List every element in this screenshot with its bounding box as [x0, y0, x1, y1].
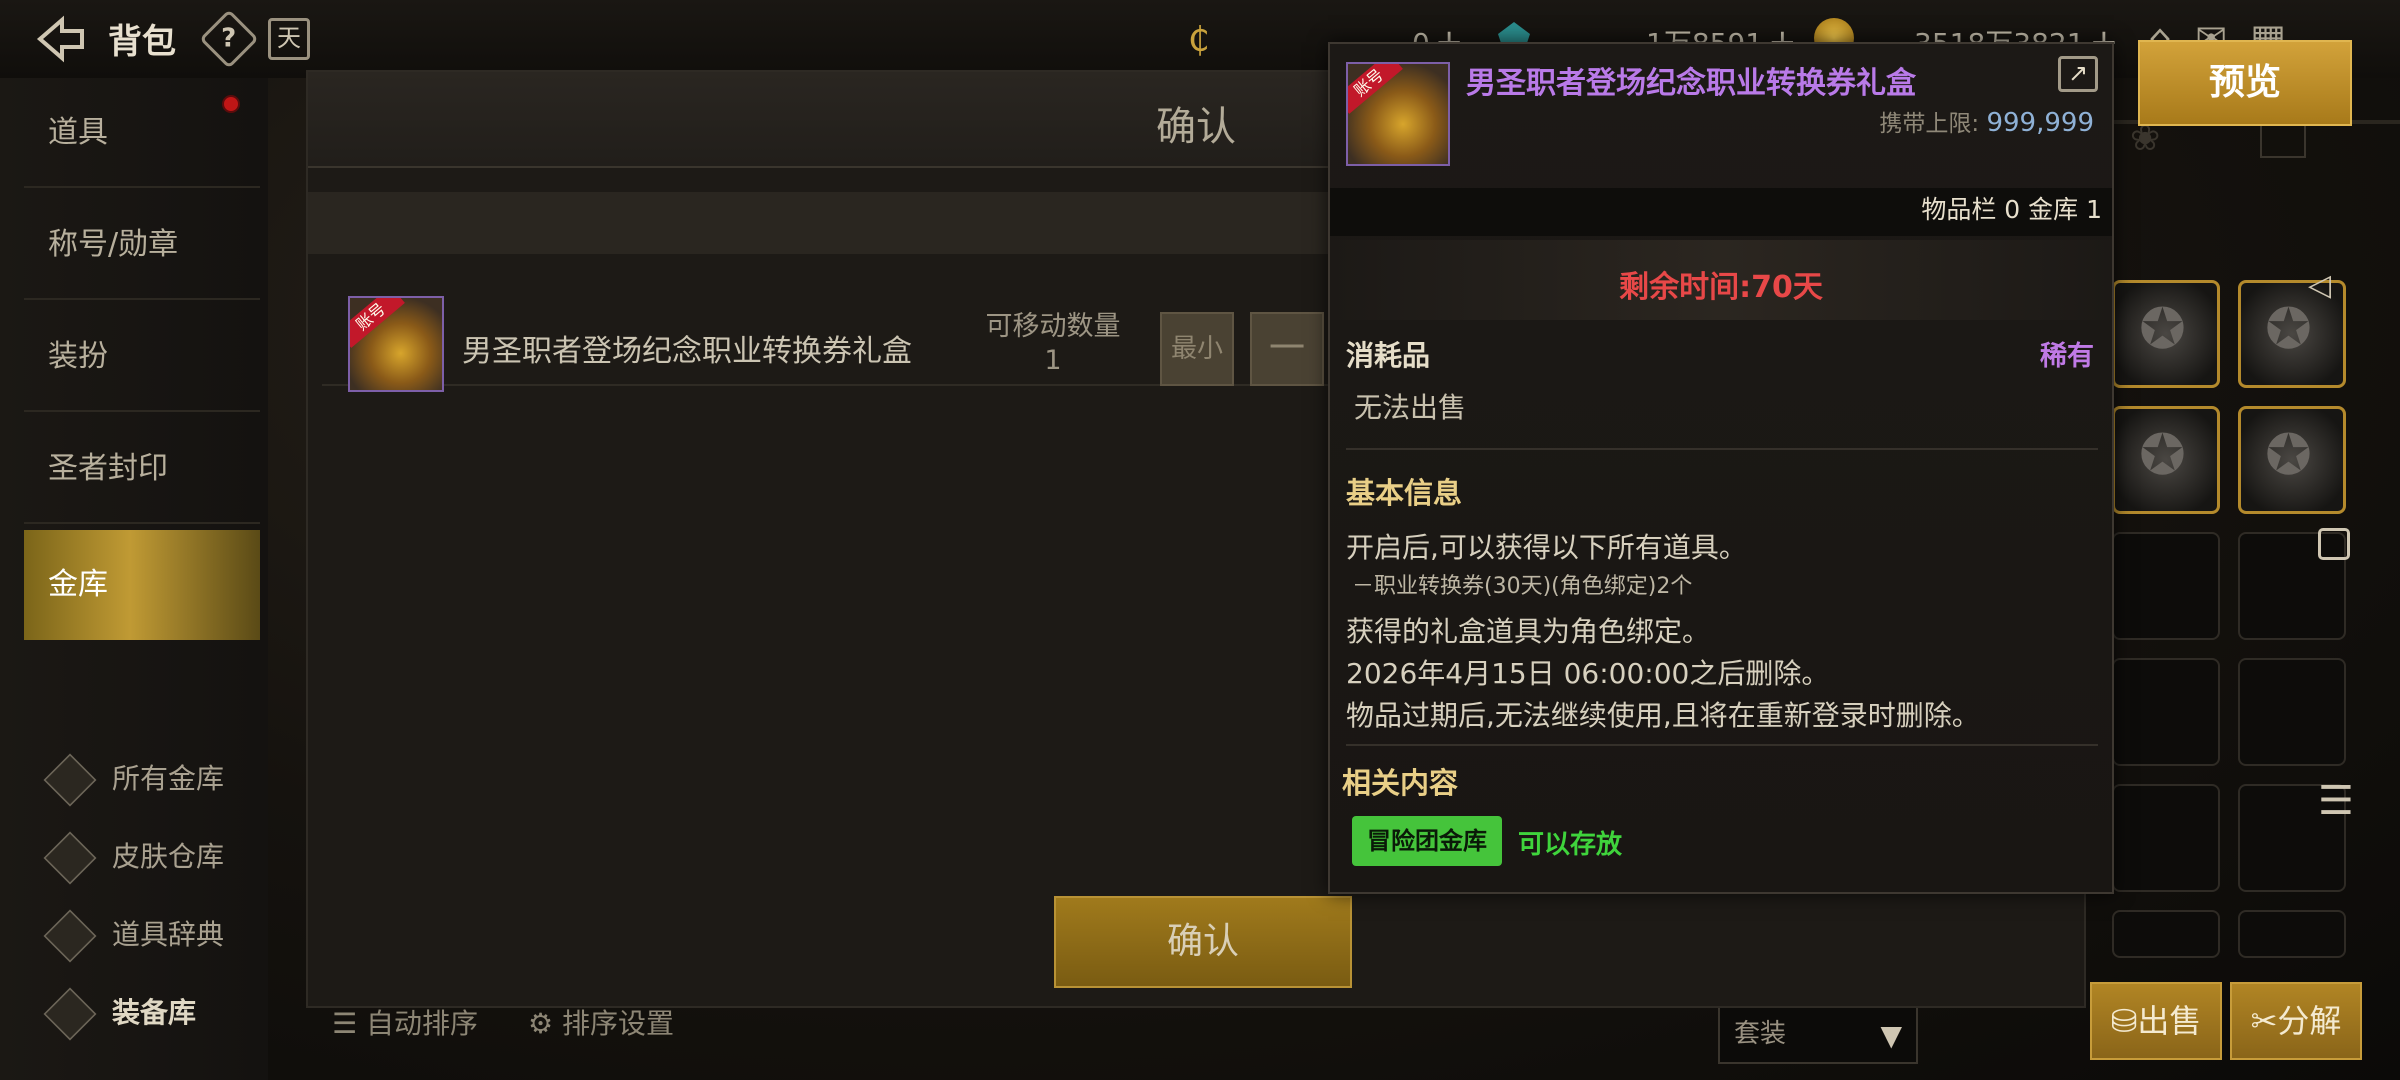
basic-info-line: －职业转换券(30天)(角色绑定)2个 — [1352, 574, 1693, 599]
sidebar-sub-label: 装备库 — [112, 996, 197, 1029]
currency-1: ₵ — [1188, 20, 1210, 60]
disassemble-icon: ✂ — [2250, 1002, 2278, 1040]
gift-box-icon: 账号 — [1346, 62, 1450, 166]
share-icon[interactable]: ↗ — [2058, 56, 2098, 92]
notification-dot — [222, 95, 240, 113]
gear-icon: ⚙ — [528, 1007, 554, 1040]
basic-info-line: 物品过期后,无法继续使用,且将在重新登录时删除。 — [1346, 699, 1980, 732]
adventure-vault-tag: 冒险团金库 — [1352, 816, 1502, 866]
dropdown-arrow-icon: ▼ — [1880, 1019, 1902, 1052]
account-tag: 账号 — [1348, 64, 1403, 114]
sidebar-sub-skin-storage[interactable]: 皮肤仓库 — [43, 820, 266, 894]
sell-label: 出售 — [2137, 1002, 2202, 1040]
movable-label: 可移动数量 — [985, 311, 1121, 342]
inventory-slot[interactable] — [2238, 658, 2346, 766]
chest-icon — [43, 753, 97, 807]
sort-icon: ☰ — [332, 1007, 358, 1040]
storable-note: 可以存放 — [1518, 830, 1623, 860]
inventory-slot[interactable] — [2112, 532, 2220, 640]
sidebar-item-titles[interactable]: 称号/勋章 — [24, 190, 260, 300]
sidebar-sub-label: 道具辞典 — [112, 918, 225, 951]
item-tooltip: 账号 男圣职者登场纪念职业转换券礼盒 ↗ 携带上限: 999,999 物品栏 0… — [1328, 42, 2114, 894]
page-title: 背包 — [108, 22, 176, 62]
inventory-slot[interactable] — [2112, 280, 2220, 388]
storage-counts: 物品栏 0 金库 1 — [1921, 195, 2102, 224]
min-button[interactable]: 最小 — [1160, 312, 1234, 386]
item-category: 消耗品 — [1346, 339, 1431, 372]
dialog-item-name: 男圣职者登场纪念职业转换券礼盒 — [462, 334, 912, 369]
sidebar-sub-all-vaults[interactable]: 所有金库 — [43, 742, 266, 816]
armor-icon — [43, 987, 97, 1041]
auto-sort-label: 自动排序 — [366, 1007, 479, 1040]
sidebar-item-avatar[interactable]: 装扮 — [24, 302, 260, 412]
calendar-icon[interactable]: 天 — [268, 18, 310, 60]
disassemble-label: 分解 — [2277, 1002, 2342, 1040]
divider — [1346, 448, 2098, 450]
back-arrow-icon — [36, 15, 84, 63]
sidebar-item-items[interactable]: 道具 — [24, 78, 260, 188]
carry-limit: 携带上限: 999,999 — [1879, 104, 2094, 138]
sort-settings-label: 排序设置 — [562, 1007, 675, 1040]
basic-info-line: 2026年4月15日 06:00:00之后删除。 — [1346, 657, 1830, 690]
inventory-slot[interactable] — [2112, 784, 2220, 892]
sidebar-item-vault[interactable]: 金库 — [24, 530, 260, 640]
movable-value: 1 — [1044, 345, 1062, 376]
tooltip-item-name: 男圣职者登场纪念职业转换券礼盒 — [1466, 66, 1916, 101]
sidebar-sub-dictionary[interactable]: 道具辞典 — [43, 898, 266, 972]
auto-sort-button[interactable]: ☰ 自动排序 — [332, 1002, 478, 1042]
remaining-time-bar: 剩余时间:70天 — [1330, 240, 2112, 320]
preview-button[interactable]: 预览 — [2138, 40, 2352, 126]
movable-quantity: 可移动数量 1 — [968, 310, 1138, 378]
divider — [1346, 744, 2098, 746]
basic-info-line: 获得的礼盒道具为角色绑定。 — [1346, 615, 1711, 648]
confirm-button[interactable]: 确认 — [1054, 896, 1352, 988]
inventory-slot[interactable] — [2112, 406, 2220, 514]
inventory-slot[interactable] — [2112, 910, 2220, 958]
remaining-time: 剩余时间:70天 — [1619, 270, 1823, 305]
back-button[interactable] — [36, 14, 86, 64]
sidebar-item-seal[interactable]: 圣者封印 — [24, 414, 260, 524]
sort-settings-button[interactable]: ⚙ 排序设置 — [528, 1002, 674, 1042]
unsellable-note: 无法出售 — [1354, 391, 1467, 424]
collapse-arrow-icon[interactable]: ◁ — [2308, 268, 2331, 303]
carry-limit-label: 携带上限: — [1879, 111, 1980, 137]
coin-c-icon: ₵ — [1188, 20, 1210, 60]
inventory-slot[interactable] — [2238, 406, 2346, 514]
disassemble-button[interactable]: ✂分解 — [2230, 982, 2362, 1060]
set-filter-value: 套装 — [1734, 1019, 1787, 1049]
basic-info-title: 基本信息 — [1346, 476, 1463, 510]
gift-box-icon: 账号 — [348, 296, 444, 392]
item-rarity: 稀有 — [2040, 341, 2094, 372]
carry-limit-value: 999,999 — [1986, 108, 2094, 138]
sidebar-sub-equipment[interactable]: 装备库 — [43, 976, 266, 1050]
basic-info-line: 开启后,可以获得以下所有道具。 — [1346, 531, 1747, 564]
sidebar: 道具 称号/勋章 装扮 圣者封印 金库 所有金库 皮肤仓库 道具辞典 装备库 — [0, 78, 268, 1080]
set-filter-select[interactable]: 套装 ▼ — [1718, 1004, 1918, 1064]
coins-icon: ⛁ — [2110, 1002, 2138, 1040]
account-tag: 账号 — [350, 298, 405, 348]
brush-icon — [43, 831, 97, 885]
decrease-button[interactable]: 一 — [1250, 312, 1324, 386]
select-checkbox[interactable] — [2318, 528, 2350, 560]
sell-button[interactable]: ⛁出售 — [2090, 982, 2222, 1060]
list-menu-icon[interactable]: ☰ — [2318, 778, 2354, 824]
sidebar-sub-label: 所有金库 — [112, 762, 225, 795]
dictionary-icon — [43, 909, 97, 963]
inventory-slot[interactable] — [2112, 658, 2220, 766]
related-content-title: 相关内容 — [1342, 766, 1459, 800]
inventory-slot[interactable] — [2238, 910, 2346, 958]
sidebar-sub-label: 皮肤仓库 — [112, 840, 225, 873]
